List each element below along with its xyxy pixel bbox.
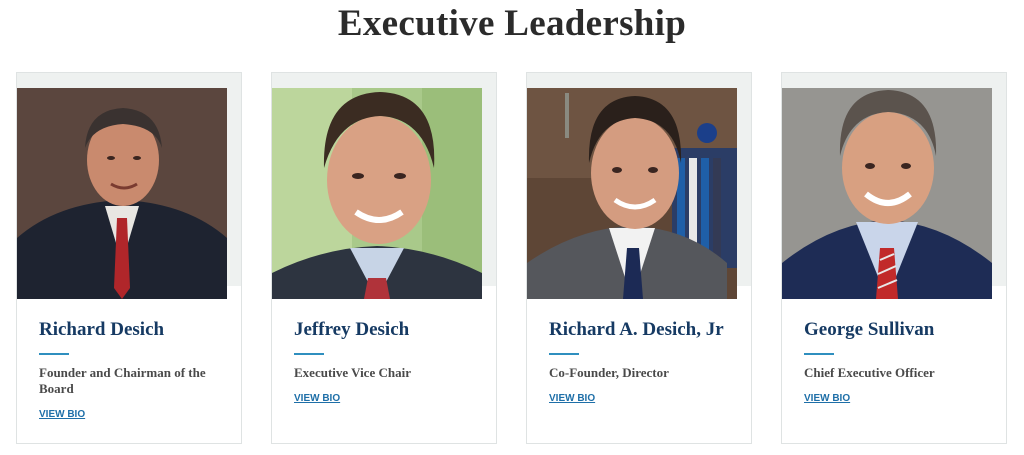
executive-leadership-section: Executive Leadership Richard Desich Foun… (0, 0, 1024, 455)
leader-card-george-sullivan: George Sullivan Chief Executive Officer … (781, 72, 1007, 444)
leader-name: George Sullivan (804, 319, 935, 340)
leader-card-richard-desich: Richard Desich Founder and Chairman of t… (16, 72, 242, 444)
view-bio-link[interactable]: VIEW BIO (804, 393, 850, 404)
leader-name: Richard Desich (39, 319, 165, 340)
leader-name: Jeffrey Desich (294, 319, 410, 340)
leader-card-richard-a-desich-jr: Richard A. Desich, Jr Co-Founder, Direct… (526, 72, 752, 444)
leader-role: Founder and Chairman of the Board (39, 365, 206, 396)
leader-name: Richard A. Desich, Jr (549, 319, 724, 340)
accent-divider (39, 353, 69, 355)
view-bio-link[interactable]: VIEW BIO (294, 393, 340, 404)
leader-role: Chief Executive Officer (804, 365, 935, 380)
portrait-photo (782, 88, 992, 299)
leader-role: Executive Vice Chair (294, 365, 411, 380)
leader-card-jeffrey-desich: Jeffrey Desich Executive Vice Chair VIEW… (271, 72, 497, 444)
leader-role: Co-Founder, Director (549, 365, 669, 380)
accent-divider (804, 353, 834, 355)
portrait-photo (527, 88, 737, 299)
view-bio-link[interactable]: VIEW BIO (549, 393, 595, 404)
portrait-photo (272, 88, 482, 299)
accent-divider (549, 353, 579, 355)
accent-divider (294, 353, 324, 355)
portrait-photo (17, 88, 227, 299)
view-bio-link[interactable]: VIEW BIO (39, 409, 85, 420)
section-title: Executive Leadership (337, 3, 687, 44)
